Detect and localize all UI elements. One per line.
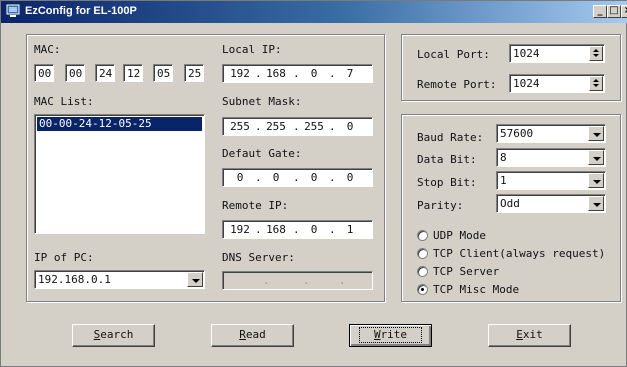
chevron-down-icon[interactable] [187,272,203,287]
write-button[interactable]: Write [349,324,432,347]
main-window: EzConfig for EL-100P _ □ × MAC: 00 00 24… [0,0,627,367]
minimize-icon: _ [597,5,603,16]
mac-label: MAC: [34,43,61,56]
mac-list-box[interactable]: 00-00-24-12-05-25 [34,114,205,234]
mac-octet-6-field[interactable]: 25 [184,64,204,82]
maximize-icon: □ [609,5,619,16]
pc-ip-dropdown[interactable]: 192.168.0.1 [34,270,205,289]
tcp-misc-label[interactable]: TCP Misc Mode [433,283,519,296]
local-ip-field[interactable]: 192. 168. 0. 7 [222,64,373,83]
stop-bit-dropdown[interactable]: 1 [496,171,606,190]
gateway-field[interactable]: 0. 0. 0. 0 [222,168,373,187]
mac-octet-4-field[interactable]: 12 [123,64,143,82]
search-button[interactable]: Search [72,324,155,347]
chevron-down-icon[interactable] [588,173,604,188]
local-ip-label: Local IP: [222,43,282,56]
exit-button[interactable]: Exit [488,324,571,347]
app-icon [6,4,20,17]
subnet-mask-field[interactable]: 255. 255. 255. 0 [222,117,373,136]
dns-label: DNS Server: [222,251,295,264]
pc-ip-label: IP of PC: [34,251,94,264]
maximize-button[interactable]: □ [607,5,621,18]
spinner-arrows-icon[interactable] [589,76,603,91]
dns-field: ... [222,271,373,290]
window-title: EzConfig for EL-100P [25,5,137,17]
minimize-button[interactable]: _ [593,5,607,18]
mac-octet-2-field[interactable]: 00 [65,64,85,82]
mac-list-item[interactable]: 00-00-24-12-05-25 [37,117,202,131]
udp-mode-radio[interactable] [417,230,428,241]
spinner-arrows-icon[interactable] [589,46,603,61]
gateway-label: Defaut Gate: [222,147,302,160]
local-port-spinner[interactable]: 1024 [509,44,605,63]
mac-list-label: MAC List: [34,95,94,108]
chevron-down-icon[interactable] [588,126,604,141]
close-button[interactable]: × [621,5,627,18]
chevron-down-icon[interactable] [588,150,604,165]
parity-label: Parity: [417,199,464,212]
remote-port-label: Remote Port: [417,78,497,91]
remote-port-spinner[interactable]: 1024 [509,74,605,93]
data-bit-dropdown[interactable]: 8 [496,148,606,167]
parity-dropdown[interactable]: Odd [496,194,606,213]
baud-rate-dropdown[interactable]: 57600 [496,124,606,143]
tcp-server-label[interactable]: TCP Server [433,265,499,278]
data-bit-label: Data Bit: [417,153,477,166]
stop-bit-label: Stop Bit: [417,176,477,189]
local-port-label: Local Port: [417,48,490,61]
read-button[interactable]: Read [211,324,294,347]
mac-octet-5-field[interactable]: 05 [153,64,173,82]
chevron-down-icon[interactable] [588,196,604,211]
mac-octet-3-field[interactable]: 24 [95,64,115,82]
tcp-server-radio[interactable] [417,266,428,277]
remote-ip-label: Remote IP: [222,199,289,212]
mac-octet-1-field[interactable]: 00 [34,64,54,82]
tcp-client-radio[interactable] [417,248,428,259]
udp-mode-label[interactable]: UDP Mode [433,229,486,242]
title-bar: EzConfig for EL-100P _ □ × [1,1,627,23]
remote-ip-field[interactable]: 192. 168. 0. 1 [222,220,373,239]
tcp-client-label[interactable]: TCP Client(always request) [433,247,605,260]
tcp-misc-radio[interactable] [417,284,428,295]
subnet-mask-label: Subnet Mask: [222,95,302,108]
baud-rate-label: Baud Rate: [417,131,484,144]
